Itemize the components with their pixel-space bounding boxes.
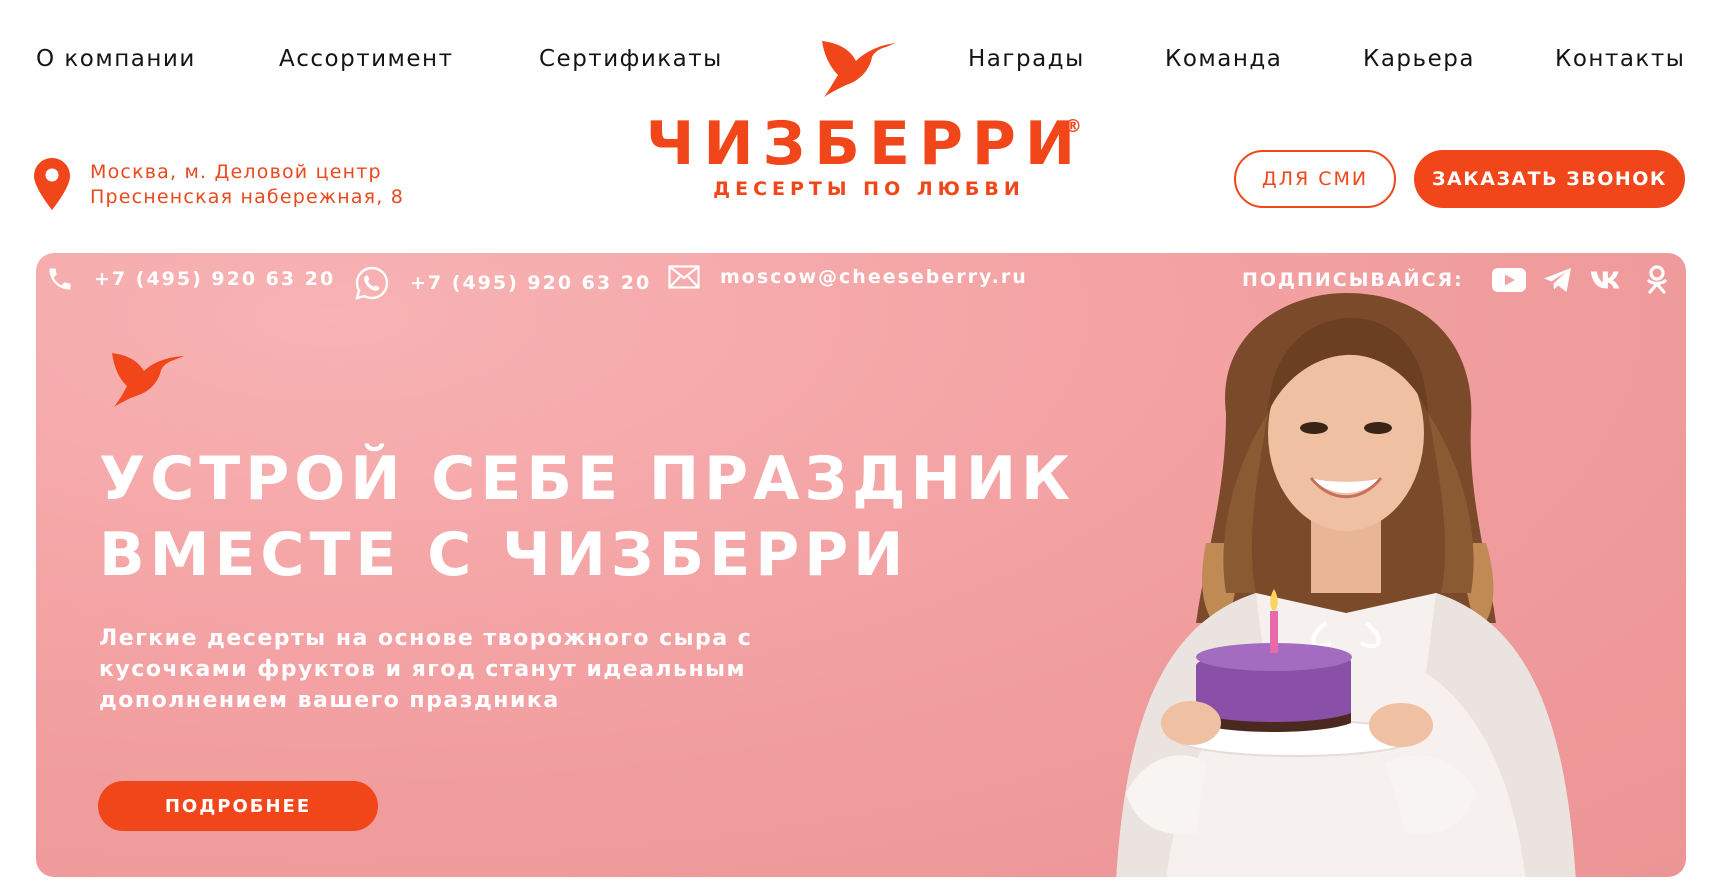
hero-description-line-2: кусочками фруктов и ягод станут идеальны… (99, 657, 747, 682)
email-address: moscow@cheeseberry.ru (720, 266, 1028, 288)
hero-description: Легкие десерты на основе творожного сыра… (99, 623, 799, 716)
location-pin-icon (34, 158, 70, 210)
nav-link-team[interactable]: Команда (1165, 46, 1282, 72)
subscribe-label: ПОДПИСЫВАЙСЯ: (1242, 269, 1464, 291)
more-button[interactable]: ПОДРОБНЕЕ (98, 781, 378, 831)
youtube-icon[interactable] (1492, 263, 1526, 297)
hero-title-line-2: ВМЕСТЕ С ЧИЗБЕРРИ (99, 520, 909, 590)
hero-title-line-1: УСТРОЙ СЕБЕ ПРАЗДНИК (99, 444, 1076, 514)
odnoklassniki-icon[interactable] (1640, 263, 1674, 297)
nav-link-career[interactable]: Карьера (1363, 46, 1475, 72)
brand-name: ЧИЗБЕРРИ (645, 109, 1085, 179)
hummingbird-logo-icon[interactable] (820, 35, 896, 97)
registered-mark: ® (1064, 116, 1082, 137)
hero-description-line-1: Легкие десерты на основе творожного сыра… (99, 626, 753, 651)
hummingbird-icon (112, 353, 184, 407)
phone-contact[interactable]: +7 (495) 920 63 20 (46, 265, 335, 293)
hero-banner: +7 (495) 920 63 20 +7 (495) 920 63 20 mo… (36, 253, 1686, 877)
address-line-1: Москва, м. Деловой центр (90, 161, 382, 183)
nav-link-assortment[interactable]: Ассортимент (279, 46, 453, 72)
request-call-button[interactable]: ЗАКАЗАТЬ ЗВОНОК (1414, 150, 1685, 208)
vk-icon[interactable] (1590, 263, 1624, 297)
whatsapp-contact[interactable]: +7 (495) 920 63 20 (354, 265, 651, 301)
envelope-icon (668, 265, 700, 289)
brand-logo[interactable]: ЧИЗБЕРРИ ® ДЕСЕРТЫ ПО ЛЮБВИ (630, 112, 1100, 200)
phone-icon (49, 268, 71, 290)
nav-link-company[interactable]: О компании (36, 46, 196, 72)
brand-tagline: ДЕСЕРТЫ ПО ЛЮБВИ (713, 178, 1025, 200)
hero-description-line-3: дополнением вашего праздника (99, 688, 560, 713)
whatsapp-number: +7 (495) 920 63 20 (410, 272, 652, 294)
top-nav: О компании Ассортимент Сертификаты Награ… (0, 40, 1726, 97)
nav-link-awards[interactable]: Награды (968, 46, 1085, 72)
email-contact[interactable]: moscow@cheeseberry.ru (668, 265, 1028, 289)
hero-title: УСТРОЙ СЕБЕ ПРАЗДНИК ВМЕСТЕ С ЧИЗБЕРРИ (99, 441, 1075, 593)
press-button[interactable]: ДЛЯ СМИ (1234, 150, 1396, 208)
address-line-2: Пресненская набережная, 8 (90, 186, 405, 208)
phone-number: +7 (495) 920 63 20 (94, 268, 336, 290)
woman-with-cake-photo (1116, 293, 1576, 877)
telegram-icon[interactable] (1541, 263, 1575, 297)
nav-link-contacts[interactable]: Контакты (1555, 46, 1685, 72)
nav-link-certificates[interactable]: Сертификаты (539, 46, 723, 72)
address-block: Москва, м. Деловой центр Пресненская наб… (34, 158, 404, 210)
whatsapp-icon (355, 266, 389, 300)
